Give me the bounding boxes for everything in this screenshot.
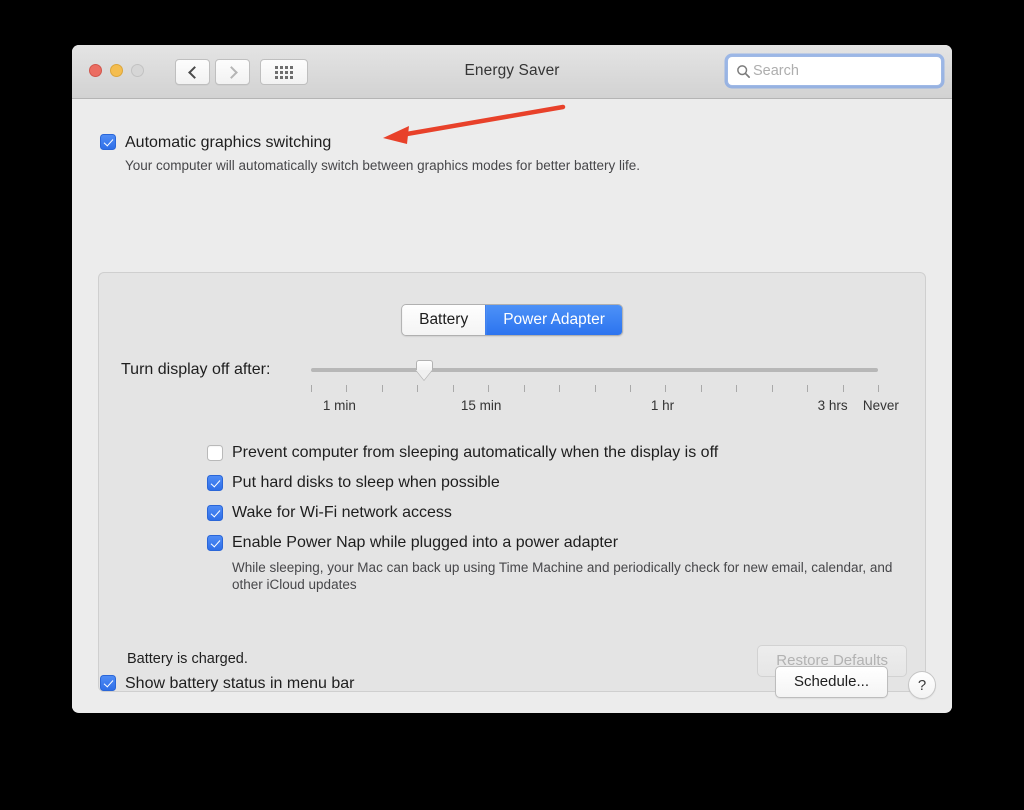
power-option-description: While sleeping, your Mac can back up usi… [232, 560, 893, 592]
power-option-label: Wake for Wi-Fi network access [232, 504, 452, 521]
slider-ticks [311, 385, 879, 393]
slider-tick-label: 1 hr [650, 398, 675, 413]
slider-tick [488, 385, 490, 392]
search-input[interactable] [753, 63, 933, 79]
power-option-row[interactable]: Prevent computer from sleeping automatic… [207, 445, 922, 461]
power-option-label: Put hard disks to sleep when possible [232, 474, 500, 491]
show-battery-status-row[interactable]: Show battery status in menu bar [100, 675, 354, 692]
search-field[interactable] [727, 56, 942, 86]
power-options-list: Prevent computer from sleeping automatic… [207, 445, 922, 593]
slider-tick-label: 15 min [460, 398, 502, 413]
slider-tick [842, 385, 844, 392]
power-option-label: Enable Power Nap while plugged into a po… [232, 534, 619, 551]
slider-tick [629, 385, 631, 392]
power-option-label: Prevent computer from sleeping automatic… [232, 444, 719, 461]
slider-tick [346, 385, 348, 392]
slider-tick-label: 1 min [322, 398, 356, 413]
slider-tick [700, 385, 702, 392]
power-option-checkbox[interactable] [207, 475, 223, 491]
automatic-graphics-switching-row: Automatic graphics switching Your comput… [100, 134, 640, 174]
slider-tick [452, 385, 454, 392]
power-option-row[interactable]: Wake for Wi-Fi network access [207, 505, 922, 521]
power-option-row[interactable]: Put hard disks to sleep when possible [207, 475, 922, 491]
turn-display-off-label: Turn display off after: [121, 361, 271, 378]
slider-tick [523, 385, 525, 392]
power-source-tabs: Battery Power Adapter [401, 304, 623, 336]
search-icon [737, 64, 750, 78]
power-option-row[interactable]: Enable Power Nap while plugged into a po… [207, 535, 922, 551]
slider-tick-label: 3 hrs [817, 398, 848, 413]
display-sleep-slider[interactable]: 1 min 15 min 1 hr 3 hrs Never [311, 360, 899, 413]
slider-tick [311, 385, 312, 392]
tab-power-adapter[interactable]: Power Adapter [485, 305, 622, 335]
power-option-checkbox[interactable] [207, 445, 223, 461]
slider-tick [771, 385, 773, 392]
tab-battery[interactable]: Battery [402, 305, 486, 335]
slider-track[interactable] [311, 368, 878, 372]
slider-tick [878, 385, 879, 392]
window-titlebar: Energy Saver [72, 45, 952, 99]
automatic-graphics-switching-checkbox-row[interactable]: Automatic graphics switching [100, 134, 640, 151]
automatic-graphics-switching-description: Your computer will automatically switch … [125, 158, 640, 173]
slider-knob[interactable] [415, 360, 433, 380]
slider-tick [417, 385, 419, 392]
slider-tick [665, 385, 667, 392]
preferences-window: Energy Saver Automatic graphics switchin… [72, 45, 952, 713]
slider-tick [736, 385, 738, 392]
slider-tick-labels: 1 min 15 min 1 hr 3 hrs Never [311, 398, 899, 414]
window-body: Automatic graphics switching Your comput… [72, 99, 952, 712]
show-battery-status-label: Show battery status in menu bar [125, 675, 355, 692]
automatic-graphics-switching-checkbox[interactable] [100, 134, 116, 150]
power-option-checkbox[interactable] [207, 535, 223, 551]
show-battery-status-checkbox[interactable] [100, 675, 116, 691]
slider-tick [559, 385, 561, 392]
slider-tick [381, 385, 383, 392]
automatic-graphics-switching-label: Automatic graphics switching [125, 134, 332, 151]
slider-tick [594, 385, 596, 392]
help-button[interactable]: ? [908, 671, 936, 699]
slider-tick [807, 385, 809, 392]
slider-tick-label: Never [862, 398, 899, 413]
schedule-button[interactable]: Schedule... [774, 666, 888, 698]
battery-status-text: Battery is charged. [127, 651, 248, 667]
power-option-checkbox[interactable] [207, 505, 223, 521]
